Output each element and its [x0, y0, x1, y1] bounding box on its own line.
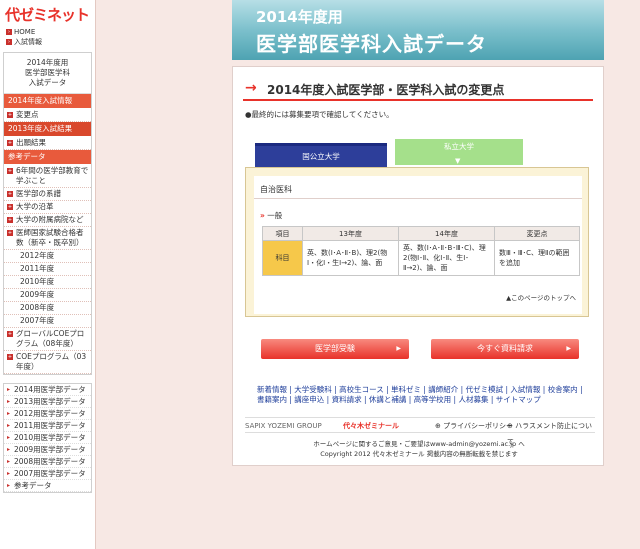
- triangle-icon: ▸: [7, 446, 11, 453]
- medical-exam-button[interactable]: 医学部受験 ▶: [261, 339, 409, 359]
- cell-14: 英、数(Ⅰ･A･Ⅱ･B･Ⅲ･C)、理2(物Ⅰ･Ⅱ、化Ⅰ･Ⅱ、生Ⅰ･Ⅱ→2)、論、…: [398, 240, 495, 276]
- sidebar-item-applications[interactable]: + 出願結果: [4, 137, 91, 150]
- header-banner: 2014年度用 医学部医学科入試データ: [232, 0, 604, 60]
- sidebar-box-title: 2014年度用 医学部医学科 入試データ: [4, 53, 91, 94]
- archive-2013[interactable]: ▸ 2013用医学部データ: [4, 396, 91, 408]
- sidebar-year-2010[interactable]: 2010年度: [4, 276, 91, 289]
- cell-13: 英、数(Ⅰ･A･Ⅱ･B)、理2(物Ⅰ・化Ⅰ・生Ⅰ→2)、論、面: [302, 240, 399, 276]
- sidebar-archive-box: ▸ 2014用医学部データ ▸ 2013用医学部データ ▸ 2012用医学部データ ▸…: [3, 383, 92, 493]
- triangle-icon: ▸: [7, 482, 11, 489]
- th-13: 13年度: [302, 226, 399, 241]
- archive-2011[interactable]: ▸ 2011用医学部データ: [4, 420, 91, 432]
- footer-contact: ホームページに関するご意見・ご要望はwww-admin@yozemi.ac.jp…: [313, 440, 525, 458]
- archive-2008[interactable]: ▸ 2008用医学部データ: [4, 456, 91, 468]
- sidebar-item-exam-passers[interactable]: + 医師国家試験合格者数（新卒・既卒別）: [4, 227, 91, 250]
- banner-title: 医学部医学科入試データ: [256, 32, 487, 56]
- sidebar-item-education[interactable]: +6年間の医学部教育で学ぶこと: [4, 165, 91, 188]
- triangle-icon: ▸: [7, 398, 11, 405]
- archive-2012[interactable]: ▸ 2012用医学部データ: [4, 408, 91, 420]
- triangle-icon: ▸: [7, 410, 11, 417]
- sidebar-item-global-coe[interactable]: + グローバルCOEプログラム（08年度）: [4, 328, 91, 351]
- th-14: 14年度: [398, 226, 495, 241]
- sidebar-item-coe[interactable]: + COEプログラム（03年度）: [4, 351, 91, 374]
- section-2014-info[interactable]: 2014年度入試情報: [4, 94, 91, 109]
- th-change: 変更点: [494, 226, 580, 241]
- privacy-link[interactable]: ⊕ プライバシーポリシー: [435, 418, 513, 434]
- sidebar-item-lineage[interactable]: + 医学部の系譜: [4, 188, 91, 201]
- table-row: 科目 英、数(Ⅰ･A･Ⅱ･B)、理2(物Ⅰ・化Ⅰ・生Ⅰ→2)、論、面 英、数(Ⅰ…: [262, 240, 580, 276]
- sidebar-menu-box: 2014年度用 医学部医学科 入試データ 2014年度入試情報 + 変更点 201…: [3, 52, 92, 375]
- sidebar-year-2009[interactable]: 2009年度: [4, 289, 91, 302]
- sidebar-year-2007[interactable]: 2007年度: [4, 315, 91, 328]
- double-chevron-icon: »: [260, 211, 265, 220]
- sidebar-item-changes[interactable]: + 変更点: [4, 109, 91, 122]
- home-link[interactable]: › HOME: [6, 27, 89, 37]
- tab-private-universities[interactable]: 私立大学 ▼: [395, 139, 523, 165]
- plus-icon: +: [7, 217, 13, 223]
- triangle-icon: ▸: [7, 434, 11, 441]
- arrow-right-icon: →: [245, 80, 257, 96]
- section-reference-data[interactable]: 参考データ: [4, 150, 91, 165]
- plus-icon: +: [7, 168, 13, 174]
- main-panel: → 2014年度入試医学部・医学科入試の変更点 ●最終的には募集要項で確認してく…: [232, 66, 604, 466]
- sidebar-item-history[interactable]: + 大学の沿革: [4, 201, 91, 214]
- arrow-icon: ▶: [566, 345, 571, 352]
- cell-subject: 科目: [262, 240, 303, 276]
- footer-links[interactable]: 新着情報 | 大学受験科 | 高校生コース | 単科ゼミ | 講師紹介 | 代ゼ…: [257, 385, 591, 405]
- footer-brand-bar: SAPIX YOZEMI GROUP 代々木ゼミナール ⊕ プライバシーポリシー…: [245, 417, 595, 446]
- banner-year: 2014年度用: [256, 8, 343, 26]
- section-2013-results[interactable]: 2013年度入試結果: [4, 122, 91, 137]
- request-materials-button[interactable]: 今すぐ資料請求 ▶: [431, 339, 579, 359]
- cell-change: 数Ⅲ・Ⅲ･C、理Ⅱの範囲を追加: [494, 240, 580, 276]
- university-name: 自治医科: [260, 185, 292, 194]
- plus-icon: +: [7, 191, 13, 197]
- group-name: SAPIX YOZEMI GROUP: [245, 422, 322, 430]
- site-logo[interactable]: 代ゼミネット: [0, 0, 95, 27]
- arrow-icon: ▶: [396, 345, 401, 352]
- plus-icon: +: [7, 354, 13, 360]
- bullet-icon: ›: [6, 29, 12, 35]
- left-sidebar: 代ゼミネット › HOME › 入試情報 2014年度用 医学部医学科 入試データ …: [0, 0, 96, 549]
- sidebar-year-2011[interactable]: 2011年度: [4, 263, 91, 276]
- bullet-icon: ›: [6, 39, 12, 45]
- plus-icon: +: [7, 331, 13, 337]
- yozemi-logo[interactable]: 代々木ゼミナール: [343, 418, 399, 434]
- sidebar-year-2008[interactable]: 2008年度: [4, 302, 91, 315]
- page-title: → 2014年度入試医学部・医学科入試の変更点: [243, 77, 593, 101]
- archive-2010[interactable]: ▸ 2010用医学部データ: [4, 432, 91, 444]
- plus-icon: +: [7, 112, 13, 118]
- plus-icon: +: [7, 140, 13, 146]
- archive-2007[interactable]: ▸ 2007用医学部データ: [4, 468, 91, 480]
- sidebar-year-2012[interactable]: 2012年度: [4, 250, 91, 263]
- plus-icon: +: [7, 204, 13, 210]
- nyushi-link[interactable]: › 入試情報: [6, 37, 89, 47]
- section-label: » 一般: [260, 211, 283, 220]
- to-top-link[interactable]: ▲このページのトップへ: [506, 292, 576, 302]
- archive-2009[interactable]: ▸ 2009用医学部データ: [4, 444, 91, 456]
- changes-table: 項目 13年度 14年度 変更点 科目 英、数(Ⅰ･A･Ⅱ･B)、理2(物Ⅰ・化…: [262, 226, 580, 276]
- sidebar-item-hospital[interactable]: + 大学の附属病院など: [4, 214, 91, 227]
- plus-icon: +: [7, 230, 13, 236]
- triangle-icon: ▸: [7, 458, 11, 465]
- th-item: 項目: [262, 226, 303, 241]
- archive-2014[interactable]: ▸ 2014用医学部データ: [4, 384, 91, 396]
- triangle-icon: ▸: [7, 386, 11, 393]
- notice-text: ●最終的には募集要項で確認してください。: [245, 110, 394, 119]
- archive-reference[interactable]: ▸ 参考データ: [4, 480, 91, 492]
- university-content: 自治医科 » 一般 項目 13年度 14年度 変更点 科目 英、数(Ⅰ･A･Ⅱ･…: [245, 167, 589, 317]
- triangle-icon: ▸: [7, 422, 11, 429]
- tab-public-universities[interactable]: 国公立大学: [255, 143, 387, 167]
- triangle-icon: ▸: [7, 470, 11, 477]
